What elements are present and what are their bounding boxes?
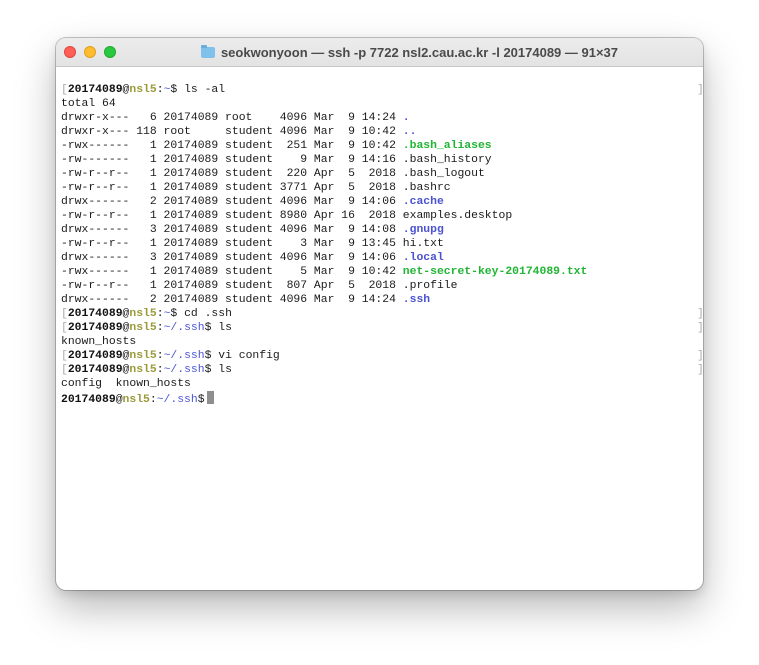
command-text: vi config <box>218 350 280 362</box>
listing-attributes: -rw-r--r-- 1 20174089 student 220 Apr 5 … <box>61 168 403 180</box>
text-cursor[interactable] <box>206 391 214 404</box>
listing-filename: .bash_aliases <box>402 140 492 152</box>
command-text: cd .ssh <box>184 308 232 320</box>
listing-filename: .. <box>402 126 417 138</box>
listing-row: -rw------- 1 20174089 student 9 Mar 9 14… <box>61 153 698 167</box>
window-title: seokwonyoon — ssh -p 7722 nsl2.cau.ac.kr… <box>220 44 619 60</box>
file-listing: drwxr-x--- 6 20174089 root 4096 Mar 9 14… <box>61 111 698 307</box>
prompt-user: 20174089 <box>67 308 123 320</box>
prompt-host: nsl5 <box>129 308 157 320</box>
minimize-button[interactable] <box>84 46 96 58</box>
listing-attributes: -rw------- 1 20174089 student 9 Mar 9 14… <box>61 154 403 166</box>
prompt-bracket: [ <box>61 84 68 96</box>
prompt-line: [20174089@nsl5:~/.ssh$ ls] <box>61 321 703 335</box>
prompt-user: 20174089 <box>61 394 116 406</box>
terminal-output[interactable]: [20174089@nsl5:~$ ls -al] total 64 drwxr… <box>61 83 703 583</box>
prompt-line: [20174089@nsl5:~/.ssh$ vi config] <box>61 349 703 363</box>
listing-attributes: drwx------ 3 20174089 student 4096 Mar 9… <box>61 252 403 264</box>
listing-attributes: drwxr-x--- 118 root student 4096 Mar 9 1… <box>61 126 403 138</box>
listing-filename: . <box>402 112 410 124</box>
prompt-path: ~/.ssh <box>156 394 198 406</box>
prompt-path: ~/.ssh <box>163 364 205 376</box>
prompt-line: [20174089@nsl5:~$ cd .ssh] <box>61 307 703 321</box>
listing-row: drwx------ 2 20174089 student 4096 Mar 9… <box>61 195 698 209</box>
listing-attributes: -rwx------ 1 20174089 student 5 Mar 9 10… <box>61 266 403 278</box>
prompt-bracket: [ <box>61 322 68 334</box>
prompt-host: nsl5 <box>129 350 157 362</box>
title-bar[interactable]: seokwonyoon — ssh -p 7722 nsl2.cau.ac.kr… <box>56 38 703 67</box>
command-text: ls <box>218 364 232 376</box>
listing-attributes: -rwx------ 1 20174089 student 251 Mar 9 … <box>61 140 403 152</box>
prompt-host: nsl5 <box>129 364 157 376</box>
active-prompt-line[interactable]: 20174089@nsl5:~/.ssh$ <box>61 391 698 406</box>
prompt-line: [20174089@nsl5:~/.ssh$ ls] <box>61 363 703 377</box>
listing-attributes: drwx------ 3 20174089 student 4096 Mar 9… <box>61 224 403 236</box>
prompt-bracket: [ <box>61 364 68 376</box>
folder-icon <box>200 44 215 58</box>
prompt-line: [20174089@nsl5:~$ ls -al] <box>61 83 703 97</box>
listing-row: -rw-r--r-- 1 20174089 student 3771 Apr 5… <box>61 181 698 195</box>
listing-filename: .bashrc <box>402 182 451 194</box>
listing-filename: .bash_history <box>402 154 492 166</box>
listing-row: -rw-r--r-- 1 20174089 student 8980 Apr 1… <box>61 209 698 223</box>
line-wrap-marker: ] <box>697 307 703 321</box>
listing-attributes: drwxr-x--- 6 20174089 root 4096 Mar 9 14… <box>61 112 403 124</box>
listing-row: -rw-r--r-- 1 20174089 student 807 Apr 5 … <box>61 279 698 293</box>
prompt-user: 20174089 <box>67 84 123 96</box>
window-title-group: seokwonyoon — ssh -p 7722 nsl2.cau.ac.kr… <box>136 38 683 66</box>
listing-filename: .local <box>402 252 444 264</box>
prompt-path: ~/.ssh <box>163 322 205 334</box>
listing-filename: net-secret-key-20174089.txt <box>402 266 588 278</box>
line-wrap-marker: ] <box>697 83 703 97</box>
listing-row: -rw-r--r-- 1 20174089 student 220 Apr 5 … <box>61 167 698 181</box>
prompt-user: 20174089 <box>67 350 123 362</box>
listing-row: -rw-r--r-- 1 20174089 student 3 Mar 9 13… <box>61 237 698 251</box>
output-line: total 64 <box>61 98 116 110</box>
prompt-bracket: [ <box>61 308 68 320</box>
listing-filename: examples.desktop <box>402 210 513 222</box>
listing-attributes: drwx------ 2 20174089 student 4096 Mar 9… <box>61 294 403 306</box>
listing-attributes: -rw-r--r-- 1 20174089 student 8980 Apr 1… <box>61 210 403 222</box>
line-wrap-marker: ] <box>697 363 703 377</box>
listing-row: drwx------ 2 20174089 student 4096 Mar 9… <box>61 293 698 307</box>
terminal-window[interactable]: seokwonyoon — ssh -p 7722 nsl2.cau.ac.kr… <box>56 38 703 590</box>
prompt-user: 20174089 <box>67 364 123 376</box>
output-line: config known_hosts <box>61 378 191 390</box>
prompt-bracket: [ <box>61 350 68 362</box>
listing-row: -rwx------ 1 20174089 student 5 Mar 9 10… <box>61 265 698 279</box>
output-line: known_hosts <box>61 336 137 348</box>
line-wrap-marker: ] <box>697 321 703 335</box>
listing-filename: .cache <box>402 196 444 208</box>
prompt-host: nsl5 <box>129 322 157 334</box>
listing-row: drwx------ 3 20174089 student 4096 Mar 9… <box>61 251 698 265</box>
listing-attributes: -rw-r--r-- 1 20174089 student 807 Apr 5 … <box>61 280 403 292</box>
command-text: ls <box>218 322 232 334</box>
listing-filename: .bash_logout <box>402 168 485 180</box>
prompt-path: ~/.ssh <box>163 350 205 362</box>
prompt-host: nsl5 <box>129 84 157 96</box>
command-text: ls -al <box>184 84 226 96</box>
prompt-host: nsl5 <box>122 394 150 406</box>
listing-row: drwxr-x--- 118 root student 4096 Mar 9 1… <box>61 125 698 139</box>
listing-filename: .ssh <box>402 294 431 306</box>
listing-row: -rwx------ 1 20174089 student 251 Mar 9 … <box>61 139 698 153</box>
listing-filename: .gnupg <box>402 224 444 236</box>
listing-row: drwx------ 3 20174089 student 4096 Mar 9… <box>61 223 698 237</box>
close-button[interactable] <box>64 46 76 58</box>
listing-row: drwxr-x--- 6 20174089 root 4096 Mar 9 14… <box>61 111 698 125</box>
listing-attributes: -rw-r--r-- 1 20174089 student 3 Mar 9 13… <box>61 238 403 250</box>
zoom-button[interactable] <box>104 46 116 58</box>
listing-filename: .profile <box>402 280 458 292</box>
prompt-user: 20174089 <box>67 322 123 334</box>
listing-attributes: -rw-r--r-- 1 20174089 student 3771 Apr 5… <box>61 182 403 194</box>
listing-attributes: drwx------ 2 20174089 student 4096 Mar 9… <box>61 196 403 208</box>
line-wrap-marker: ] <box>697 349 703 363</box>
listing-filename: hi.txt <box>402 238 444 250</box>
